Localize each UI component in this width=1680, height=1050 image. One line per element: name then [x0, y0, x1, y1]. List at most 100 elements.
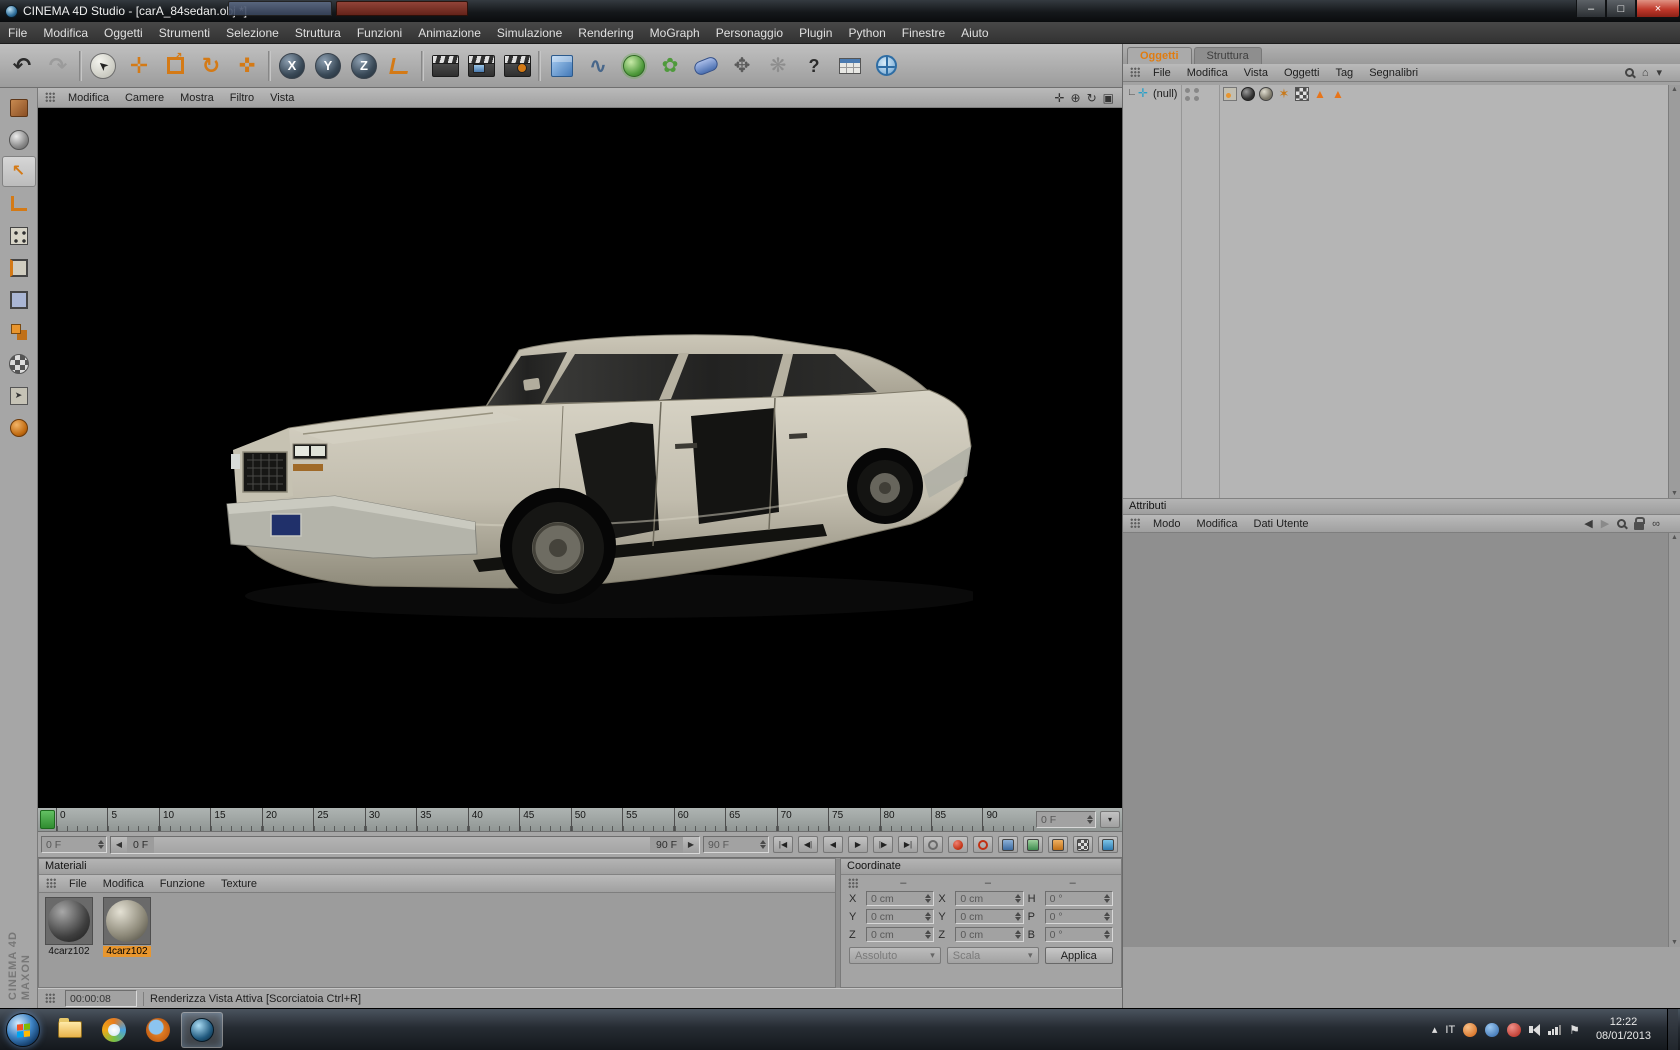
- menu-animazione[interactable]: Animazione: [410, 24, 489, 42]
- scale-dropdown[interactable]: Scala ▾: [946, 947, 1039, 964]
- menu-simulazione[interactable]: Simulazione: [489, 24, 570, 42]
- title-bar[interactable]: CINEMA 4D Studio - [carA_84sedan.obj *] …: [0, 0, 1680, 22]
- selection-tag[interactable]: ▲: [1331, 87, 1345, 101]
- om-menu-vista[interactable]: Vista: [1237, 66, 1275, 80]
- viewport-solo-button[interactable]: [2, 412, 36, 443]
- attr-menu-dati-utente[interactable]: Dati Utente: [1247, 517, 1316, 531]
- camera-zoom-icon[interactable]: ⊕: [1071, 91, 1081, 105]
- visibility-toggles[interactable]: [1185, 88, 1200, 101]
- chevron-down-icon[interactable]: ▾: [1656, 66, 1662, 79]
- home-icon[interactable]: ⌂: [1642, 67, 1649, 79]
- undo-button[interactable]: ↶: [4, 48, 40, 84]
- menu-oggetti[interactable]: Oggetti: [96, 24, 151, 42]
- vp-menu-modifica[interactable]: Modifica: [61, 91, 116, 105]
- camera-rotate-icon[interactable]: ↻: [1087, 91, 1097, 105]
- end-frame-field[interactable]: 90 F: [703, 836, 769, 853]
- tray-app-icon[interactable]: [1485, 1022, 1500, 1037]
- taskbar-explorer-icon[interactable]: [49, 1012, 91, 1048]
- tray-hidden-icons-arrow[interactable]: ▴: [1432, 1023, 1438, 1036]
- om-menu-segnalibri[interactable]: Segnalibri: [1362, 66, 1425, 80]
- rotate-tool[interactable]: ↻: [193, 48, 229, 84]
- key-rotation-toggle[interactable]: [1048, 836, 1068, 853]
- om-menu-file[interactable]: File: [1146, 66, 1178, 80]
- minimize-button[interactable]: –: [1576, 0, 1606, 18]
- om-menu-oggetti[interactable]: Oggetti: [1277, 66, 1326, 80]
- position-z-field[interactable]: 0 cm: [866, 927, 935, 942]
- menu-rendering[interactable]: Rendering: [570, 24, 641, 42]
- object-tree-scrollbar[interactable]: ▲ ▼: [1668, 85, 1680, 498]
- object-name[interactable]: (null): [1153, 88, 1177, 100]
- key-scale-toggle[interactable]: [1023, 836, 1043, 853]
- polygons-mode-button[interactable]: [2, 284, 36, 315]
- menu-modifica[interactable]: Modifica: [35, 24, 96, 42]
- tray-app-icon[interactable]: [1507, 1022, 1522, 1037]
- vp-menu-filtro[interactable]: Filtro: [223, 91, 261, 105]
- range-track[interactable]: [154, 836, 650, 853]
- background-window-tab[interactable]: [228, 1, 332, 16]
- rotation-p-field[interactable]: 0 °: [1044, 909, 1113, 924]
- timeline-options-button[interactable]: [1098, 836, 1118, 853]
- make-editable-button[interactable]: [2, 92, 36, 123]
- last-used-tool-button[interactable]: ✜: [229, 48, 265, 84]
- texture-axis-button[interactable]: [2, 348, 36, 379]
- menu-struttura[interactable]: Struttura: [287, 24, 349, 42]
- tab-struttura[interactable]: Struttura: [1193, 47, 1262, 64]
- menu-mograph[interactable]: MoGraph: [642, 24, 708, 42]
- language-indicator[interactable]: IT: [1445, 1024, 1455, 1036]
- ruler-frame-field[interactable]: 0 F: [1036, 811, 1096, 828]
- display-tag[interactable]: [1223, 87, 1237, 101]
- volume-icon[interactable]: [1529, 1023, 1541, 1036]
- history-forward-icon[interactable]: ▶: [1601, 517, 1609, 530]
- mat-menu-texture[interactable]: Texture: [214, 877, 264, 891]
- car-model[interactable]: [223, 316, 973, 626]
- viewport-canvas[interactable]: [38, 108, 1122, 808]
- drag-handle-icon[interactable]: [1130, 67, 1141, 78]
- render-view-button[interactable]: [427, 48, 463, 84]
- rotation-h-field[interactable]: 0 °: [1044, 891, 1113, 906]
- render-picture-viewer-button[interactable]: [463, 48, 499, 84]
- vp-menu-mostra[interactable]: Mostra: [173, 91, 221, 105]
- range-right-arrow[interactable]: ▶: [683, 836, 699, 853]
- taskbar-media-player-icon[interactable]: [93, 1012, 135, 1048]
- menu-finestre[interactable]: Finestre: [894, 24, 953, 42]
- drag-handle-icon[interactable]: [45, 993, 56, 1004]
- play-button[interactable]: ▶: [848, 836, 868, 853]
- object-axis-button[interactable]: [2, 188, 36, 219]
- menu-aiuto[interactable]: Aiuto: [953, 24, 996, 42]
- mat-menu-funzione[interactable]: Funzione: [153, 877, 212, 891]
- close-button[interactable]: ×: [1636, 0, 1680, 18]
- scale-tool[interactable]: ↗: [157, 48, 193, 84]
- vp-menu-camere[interactable]: Camere: [118, 91, 171, 105]
- object-row-null[interactable]: ∟ ✛ (null) ✶ ▲ ▲: [1123, 85, 1680, 105]
- material-item[interactable]: 4carz102: [43, 897, 95, 957]
- menu-file[interactable]: File: [0, 24, 35, 42]
- position-x-field[interactable]: 0 cm: [866, 891, 935, 906]
- add-modeling-object-button[interactable]: ✿: [652, 48, 688, 84]
- action-center-flag-icon[interactable]: ⚑: [1569, 1023, 1580, 1037]
- size-x-field[interactable]: 0 cm: [955, 891, 1024, 906]
- taskbar-cinema4d-icon[interactable]: [181, 1011, 223, 1048]
- material-thumbnail[interactable]: [103, 897, 151, 945]
- start-button[interactable]: [6, 1012, 40, 1047]
- history-back-icon[interactable]: ◀: [1584, 517, 1592, 530]
- goto-end-button[interactable]: ▶|: [898, 836, 918, 853]
- animation-mode-button[interactable]: [2, 316, 36, 347]
- rotation-b-field[interactable]: 0 °: [1044, 927, 1113, 942]
- key-position-toggle[interactable]: [998, 836, 1018, 853]
- add-particles-button[interactable]: ✥: [724, 48, 760, 84]
- size-y-field[interactable]: 0 cm: [955, 909, 1024, 924]
- timeline-ruler[interactable]: 0 5 10 15 20 25 30 35 40 45 50 55 60 65 …: [38, 808, 1122, 832]
- material-tag[interactable]: [1241, 87, 1255, 101]
- lock-z-axis-button[interactable]: Z: [346, 48, 382, 84]
- mode-dropdown[interactable]: Assoluto ▾: [849, 947, 941, 964]
- taskbar-firefox-icon[interactable]: [137, 1012, 179, 1048]
- playhead[interactable]: [40, 810, 55, 829]
- window-layout-button[interactable]: [832, 48, 868, 84]
- next-key-button[interactable]: |▶: [873, 836, 893, 853]
- size-z-field[interactable]: 0 cm: [955, 927, 1024, 942]
- apply-button[interactable]: Applica: [1044, 947, 1113, 964]
- selection-tag[interactable]: ▲: [1313, 87, 1327, 101]
- add-simulation-button[interactable]: ❋: [760, 48, 796, 84]
- link-icon[interactable]: ∞: [1652, 518, 1660, 530]
- drag-handle-icon[interactable]: [46, 878, 57, 889]
